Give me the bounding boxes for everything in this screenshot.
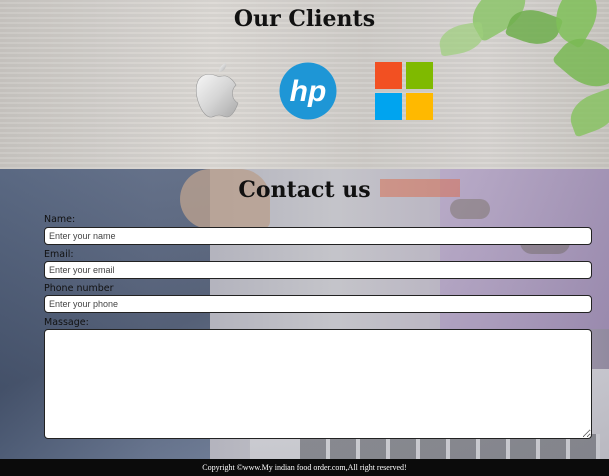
hp-logo: hp	[279, 62, 337, 120]
email-input[interactable]	[44, 261, 592, 279]
message-textarea[interactable]	[44, 329, 592, 439]
footer: Copyright ©www.My indian food order.com,…	[0, 459, 609, 476]
copyright-text: Copyright ©www.My indian food order.com,…	[202, 463, 407, 472]
contact-section: Contact us Name: Email: Phone number Mas…	[0, 169, 609, 459]
contact-title: Contact us	[238, 177, 371, 203]
message-label: Massage:	[44, 317, 89, 328]
svg-text:hp: hp	[290, 75, 327, 108]
clients-section: Our Clients hp	[0, 0, 609, 169]
apple-logo	[195, 63, 239, 118]
clients-title: Our Clients	[233, 6, 376, 32]
name-label: Name:	[44, 214, 76, 225]
phone-input[interactable]	[44, 295, 592, 313]
email-label: Email:	[44, 249, 74, 260]
name-input[interactable]	[44, 227, 592, 245]
microsoft-logo	[375, 62, 433, 120]
phone-label: Phone number	[44, 283, 114, 294]
